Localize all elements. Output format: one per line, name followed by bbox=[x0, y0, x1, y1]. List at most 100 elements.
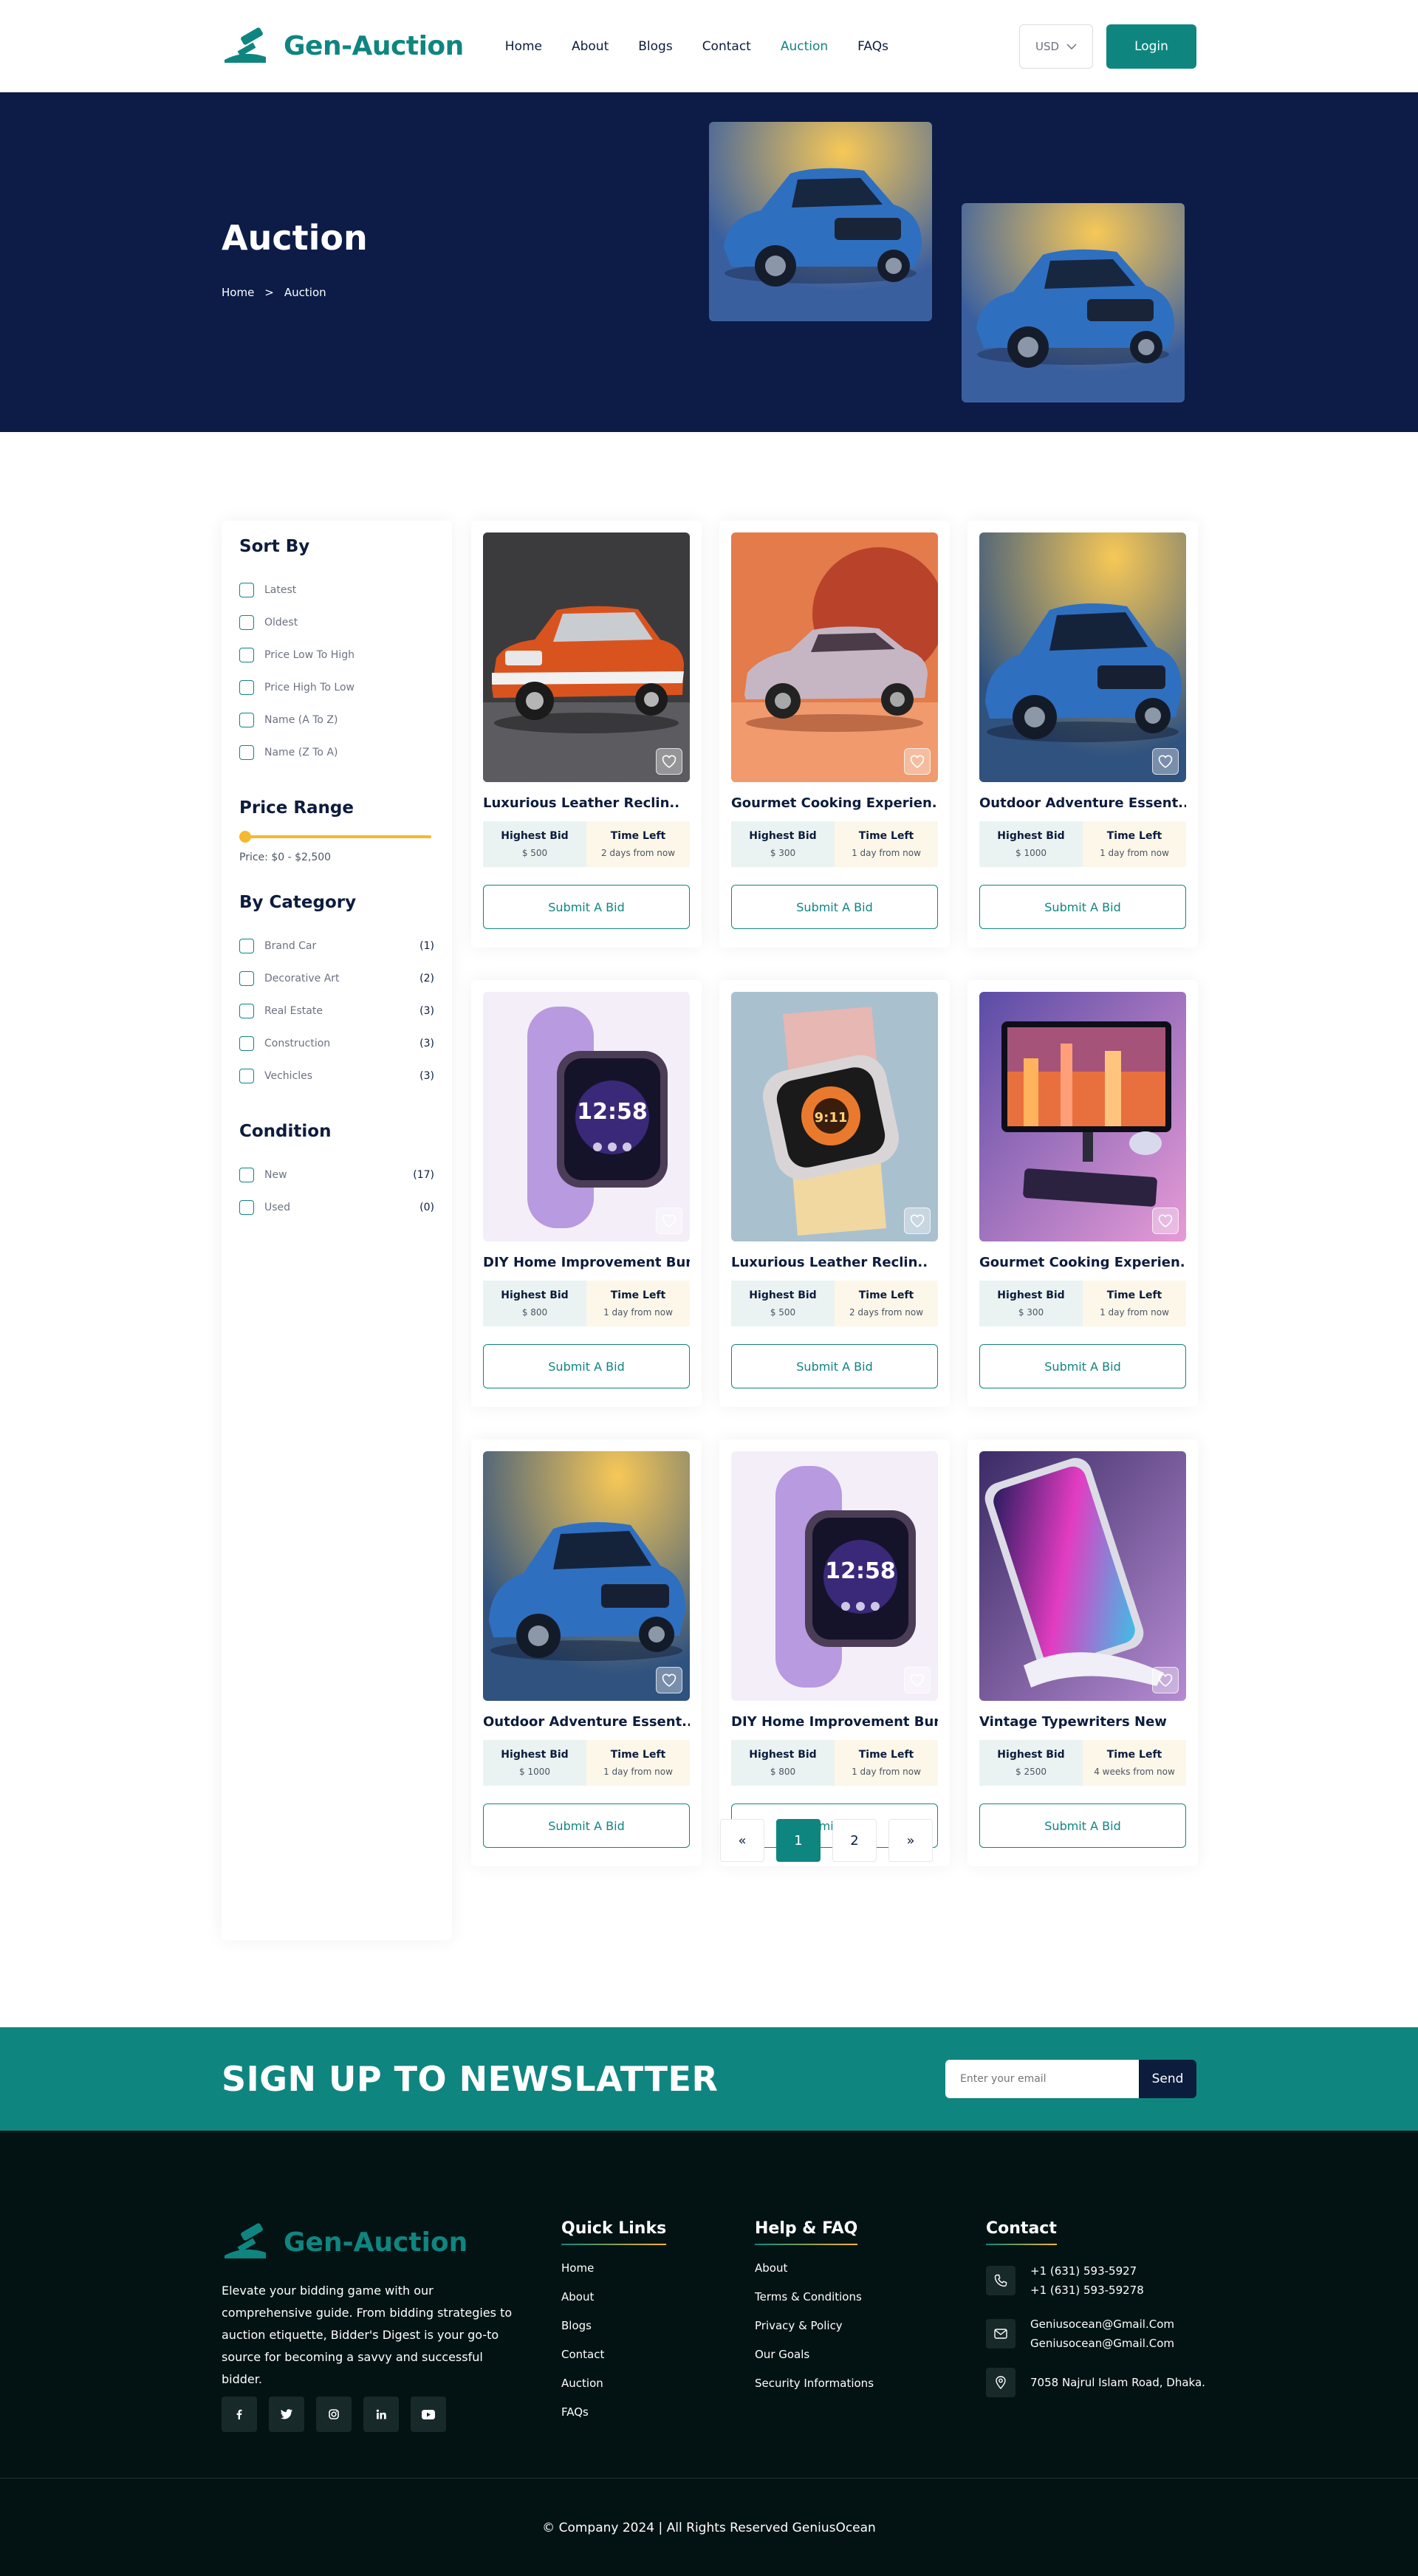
submit-bid-button[interactable]: Submit A Bid bbox=[979, 885, 1186, 929]
submit-bid-button[interactable]: Submit A Bid bbox=[979, 1803, 1186, 1848]
footer-link[interactable]: FAQs bbox=[561, 2405, 666, 2434]
heart-icon[interactable] bbox=[1152, 1667, 1179, 1693]
nav-about[interactable]: About bbox=[572, 39, 609, 54]
checkbox[interactable] bbox=[239, 680, 254, 695]
product-image[interactable]: 12:58 bbox=[483, 992, 690, 1241]
nav-blogs[interactable]: Blogs bbox=[638, 39, 672, 54]
footer-logo[interactable]: Gen-Auction bbox=[222, 2223, 467, 2261]
product-title[interactable]: DIY Home Improvement Bun.. bbox=[483, 1255, 690, 1270]
heart-icon[interactable] bbox=[1152, 1208, 1179, 1234]
condition-option[interactable]: Used (0) bbox=[239, 1191, 434, 1224]
pagination-page[interactable]: 1 bbox=[776, 1819, 821, 1862]
nav-contact[interactable]: Contact bbox=[702, 39, 751, 54]
product-image[interactable]: 9:11 bbox=[731, 992, 938, 1241]
checkbox[interactable] bbox=[239, 1004, 254, 1018]
heart-icon[interactable] bbox=[656, 1667, 682, 1693]
checkbox[interactable] bbox=[239, 1200, 254, 1215]
youtube-icon[interactable] bbox=[411, 2397, 446, 2432]
sort-option[interactable]: Name (A To Z) bbox=[239, 704, 434, 736]
submit-bid-button[interactable]: Submit A Bid bbox=[483, 1803, 690, 1848]
sort-option[interactable]: Price Low To High bbox=[239, 639, 434, 671]
heart-icon[interactable] bbox=[904, 748, 931, 775]
sort-option[interactable]: Oldest bbox=[239, 606, 434, 639]
price-range-handle[interactable] bbox=[239, 831, 251, 843]
category-option[interactable]: Real Estate (3) bbox=[239, 995, 434, 1027]
price-range-slider[interactable] bbox=[239, 831, 431, 843]
product-image[interactable] bbox=[979, 1451, 1186, 1701]
checkbox[interactable] bbox=[239, 583, 254, 597]
footer-link[interactable]: Security Informations bbox=[755, 2377, 874, 2405]
heart-icon[interactable] bbox=[904, 1667, 931, 1693]
checkbox[interactable] bbox=[239, 1168, 254, 1182]
product-image[interactable] bbox=[483, 1451, 690, 1701]
category-option[interactable]: Construction (3) bbox=[239, 1027, 434, 1060]
sort-option[interactable]: Latest bbox=[239, 574, 434, 606]
brand-logo[interactable]: Gen-Auction bbox=[222, 27, 464, 66]
submit-bid-button[interactable]: Submit A Bid bbox=[979, 1344, 1186, 1388]
product-title[interactable]: Outdoor Adventure Essent.. bbox=[979, 795, 1186, 811]
condition-option[interactable]: New (17) bbox=[239, 1159, 434, 1191]
currency-select[interactable]: USD bbox=[1019, 24, 1093, 69]
category-option[interactable]: Brand Car (1) bbox=[239, 930, 434, 962]
nav-auction[interactable]: Auction bbox=[781, 39, 828, 54]
checkbox[interactable] bbox=[239, 939, 254, 953]
checkbox[interactable] bbox=[239, 971, 254, 986]
instagram-icon[interactable] bbox=[316, 2397, 352, 2432]
facebook-icon[interactable] bbox=[222, 2397, 257, 2432]
footer-link[interactable]: Auction bbox=[561, 2377, 666, 2405]
product-title[interactable]: Luxurious Leather Reclin.. bbox=[483, 795, 690, 811]
checkbox[interactable] bbox=[239, 615, 254, 630]
footer-link[interactable]: About bbox=[755, 2261, 874, 2290]
category-option[interactable]: Vechicles (3) bbox=[239, 1060, 434, 1092]
submit-bid-button[interactable]: Submit A Bid bbox=[483, 1344, 690, 1388]
checkbox[interactable] bbox=[239, 1069, 254, 1083]
product-title[interactable]: Gourmet Cooking Experien.. bbox=[731, 795, 938, 811]
product-title[interactable]: Gourmet Cooking Experien.. bbox=[979, 1255, 1186, 1270]
checkbox[interactable] bbox=[239, 713, 254, 727]
submit-bid-button[interactable]: Submit A Bid bbox=[483, 885, 690, 929]
pagination-page[interactable]: 2 bbox=[832, 1819, 877, 1862]
newsletter-email-input[interactable] bbox=[945, 2060, 1139, 2098]
product-title[interactable]: Luxurious Leather Reclin.. bbox=[731, 1255, 938, 1270]
login-button[interactable]: Login bbox=[1106, 24, 1196, 69]
heart-icon[interactable] bbox=[656, 1208, 682, 1234]
footer-link[interactable]: Blogs bbox=[561, 2319, 666, 2348]
email-address[interactable]: Geniusocean@Gmail.Com bbox=[1030, 2334, 1174, 2353]
pagination-prev[interactable]: « bbox=[720, 1819, 764, 1862]
submit-bid-button[interactable]: Submit A Bid bbox=[731, 1344, 938, 1388]
category-option[interactable]: Decorative Art (2) bbox=[239, 962, 434, 995]
heart-icon[interactable] bbox=[1152, 748, 1179, 775]
pagination-next[interactable]: » bbox=[888, 1819, 933, 1862]
submit-bid-button[interactable]: Submit A Bid bbox=[731, 885, 938, 929]
sort-option[interactable]: Name (Z To A) bbox=[239, 736, 434, 769]
product-title[interactable]: Outdoor Adventure Essent.. bbox=[483, 1714, 690, 1730]
heart-icon[interactable] bbox=[656, 748, 682, 775]
email-address[interactable]: Geniusocean@Gmail.Com bbox=[1030, 2315, 1174, 2334]
checkbox[interactable] bbox=[239, 1036, 254, 1051]
product-image[interactable]: 12:58 bbox=[731, 1451, 938, 1701]
checkbox[interactable] bbox=[239, 745, 254, 760]
footer-link[interactable]: About bbox=[561, 2290, 666, 2319]
footer-link[interactable]: Home bbox=[561, 2261, 666, 2290]
product-image[interactable] bbox=[731, 532, 938, 782]
product-image[interactable] bbox=[979, 992, 1186, 1241]
footer-link[interactable]: Our Goals bbox=[755, 2348, 874, 2377]
phone-number[interactable]: +1 (631) 593-5927 bbox=[1030, 2261, 1144, 2281]
product-image[interactable] bbox=[483, 532, 690, 782]
heart-icon[interactable] bbox=[904, 1208, 931, 1234]
breadcrumb-home[interactable]: Home bbox=[222, 286, 254, 299]
product-image[interactable] bbox=[979, 532, 1186, 782]
product-title[interactable]: Vintage Typewriters New bbox=[979, 1714, 1186, 1730]
footer-link[interactable]: Privacy & Policy bbox=[755, 2319, 874, 2348]
nav-home[interactable]: Home bbox=[505, 39, 542, 54]
footer-link[interactable]: Contact bbox=[561, 2348, 666, 2377]
phone-number[interactable]: +1 (631) 593-59278 bbox=[1030, 2281, 1144, 2300]
twitter-icon[interactable] bbox=[269, 2397, 304, 2432]
newsletter-send-button[interactable]: Send bbox=[1139, 2060, 1196, 2098]
product-title[interactable]: DIY Home Improvement Bun.. bbox=[731, 1714, 938, 1730]
footer-link[interactable]: Terms & Conditions bbox=[755, 2290, 874, 2319]
checkbox[interactable] bbox=[239, 648, 254, 662]
linkedin-icon[interactable] bbox=[363, 2397, 399, 2432]
sort-option[interactable]: Price High To Low bbox=[239, 671, 434, 704]
nav-faqs[interactable]: FAQs bbox=[857, 39, 888, 54]
